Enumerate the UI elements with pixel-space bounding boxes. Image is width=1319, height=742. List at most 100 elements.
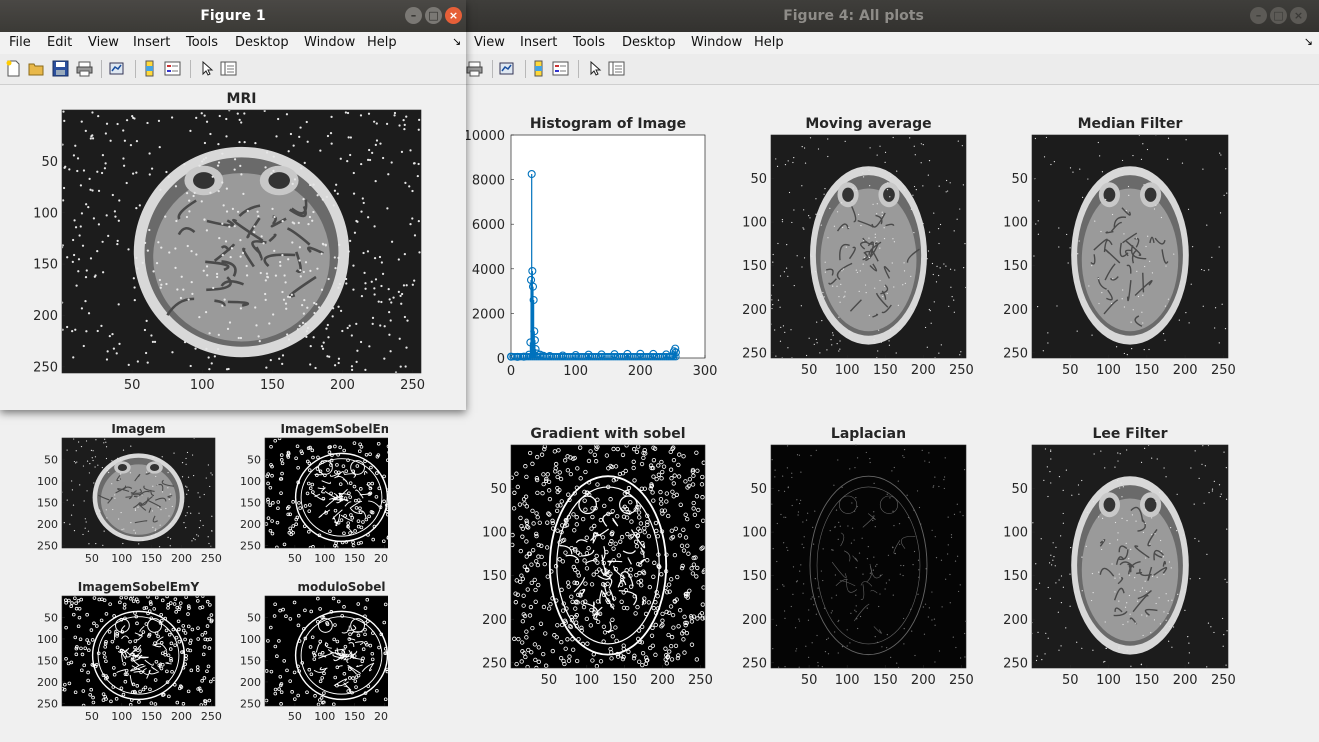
noise-dot	[131, 172, 135, 175]
noise-dot	[217, 190, 220, 193]
noise-dot	[136, 360, 139, 363]
figure4-window[interactable]: Figure 4: All plots – □ × View Insert To…	[388, 0, 1319, 742]
noise-dot	[150, 167, 154, 170]
colorbar-icon[interactable]	[530, 60, 547, 77]
noise-dot	[1123, 306, 1126, 308]
edit-plot-arrow-icon[interactable]	[586, 60, 603, 77]
noise-dot	[868, 256, 871, 259]
noise-dot	[1181, 162, 1184, 164]
noise-dot	[1221, 303, 1223, 305]
legend-icon[interactable]	[164, 60, 181, 77]
noise-dot	[1191, 246, 1194, 248]
noise-dot	[290, 293, 293, 296]
noise-dot	[94, 456, 97, 458]
noise-dot	[200, 200, 203, 203]
noise-dot	[785, 267, 788, 269]
open-folder-icon[interactable]	[28, 60, 45, 77]
ytick-label: 100	[240, 633, 261, 646]
property-inspector-icon[interactable]	[220, 60, 237, 77]
menu-insert[interactable]: Insert	[133, 35, 170, 50]
menu-edit[interactable]: Edit	[47, 35, 72, 50]
dock-arrow-icon[interactable]: ↘	[452, 35, 461, 48]
noise-dot	[817, 148, 820, 150]
xtick-label: 250	[688, 673, 713, 688]
link-plot-icon[interactable]	[498, 60, 515, 77]
noise-dot	[71, 238, 75, 242]
noise-dot	[903, 617, 905, 620]
noise-dot	[853, 510, 856, 512]
menu-help[interactable]: Help	[754, 35, 784, 50]
figure4-toolbar	[388, 54, 1319, 85]
noise-dot	[170, 116, 174, 119]
noise-dot	[200, 112, 203, 115]
noise-dot	[881, 211, 883, 213]
menu-view[interactable]: View	[474, 35, 505, 50]
mri-title: MRI	[227, 91, 257, 107]
print-icon[interactable]	[76, 60, 93, 77]
legend-icon[interactable]	[552, 60, 569, 77]
property-inspector-icon[interactable]	[608, 60, 625, 77]
noise-dot	[97, 189, 101, 193]
menu-file[interactable]: File	[9, 35, 31, 50]
menu-view[interactable]: View	[88, 35, 119, 50]
xtick-label: 100	[574, 673, 599, 688]
noise-dot	[1069, 605, 1071, 607]
xtick-label: 150	[612, 673, 637, 688]
dock-arrow-icon[interactable]: ↘	[1304, 35, 1313, 48]
figure1-titlebar[interactable]: Figure 1 – □ ×	[0, 0, 466, 32]
noise-dot	[313, 311, 316, 315]
noise-dot	[238, 118, 241, 121]
noise-dot	[810, 598, 812, 600]
save-icon[interactable]	[52, 60, 69, 77]
close-icon[interactable]: ×	[1290, 7, 1307, 24]
xtick-label: 50	[85, 552, 99, 565]
noise-dot	[1062, 522, 1064, 524]
figure1-window[interactable]: Figure 1 – □ × File Edit View Insert Too…	[0, 0, 466, 410]
figure4-titlebar[interactable]: Figure 4: All plots – □ ×	[388, 0, 1319, 32]
noise-dot	[783, 610, 786, 612]
menu-window[interactable]: Window	[304, 35, 355, 50]
menu-help[interactable]: Help	[367, 35, 397, 50]
noise-dot	[938, 352, 940, 354]
noise-dot	[152, 485, 154, 487]
menu-tools[interactable]: Tools	[573, 35, 605, 50]
noise-dot	[108, 471, 110, 474]
noise-dot	[849, 468, 851, 470]
print-icon[interactable]	[466, 60, 483, 77]
noise-dot	[154, 530, 156, 532]
menu-desktop[interactable]: Desktop	[235, 35, 289, 50]
noise-dot	[1165, 619, 1167, 621]
maximize-icon[interactable]: □	[425, 7, 442, 24]
noise-dot	[1211, 490, 1213, 492]
noise-dot	[183, 163, 186, 166]
noise-dot	[801, 543, 803, 545]
close-icon[interactable]: ×	[445, 7, 462, 24]
menu-window[interactable]: Window	[691, 35, 742, 50]
edit-plot-arrow-icon[interactable]	[198, 60, 215, 77]
noise-dot	[198, 512, 200, 514]
noise-dot	[895, 352, 897, 354]
noise-dot	[1226, 581, 1228, 583]
noise-dot	[1155, 500, 1157, 502]
menu-tools[interactable]: Tools	[186, 35, 218, 50]
minimize-icon[interactable]: –	[405, 7, 422, 24]
colorbar-icon[interactable]	[141, 60, 158, 77]
noise-dot	[108, 334, 111, 338]
link-plot-icon[interactable]	[108, 60, 125, 77]
minimize-icon[interactable]: –	[1250, 7, 1267, 24]
noise-dot	[176, 288, 179, 291]
noise-dot	[1145, 557, 1147, 559]
new-figure-icon[interactable]	[5, 60, 22, 77]
noise-dot	[79, 225, 82, 228]
noise-dot	[241, 251, 245, 255]
noise-dot	[203, 218, 206, 221]
noise-dot	[876, 563, 878, 566]
noise-dot	[97, 115, 100, 118]
noise-dot	[213, 355, 216, 358]
xtick-label: 50	[288, 552, 302, 565]
menu-insert[interactable]: Insert	[520, 35, 557, 50]
menu-desktop[interactable]: Desktop	[622, 35, 676, 50]
noise-dot	[417, 128, 420, 131]
noise-dot	[1189, 578, 1191, 580]
maximize-icon[interactable]: □	[1270, 7, 1287, 24]
